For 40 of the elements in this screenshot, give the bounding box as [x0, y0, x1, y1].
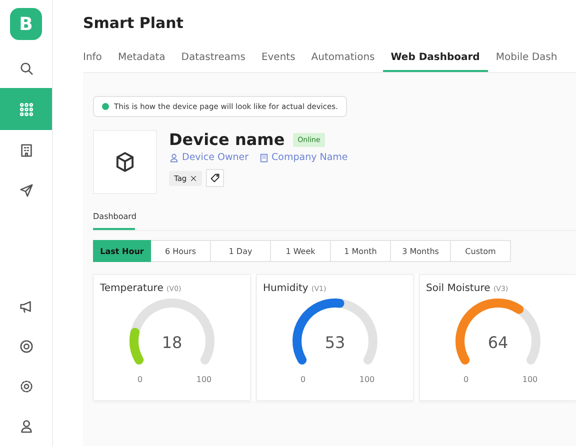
building-icon: [258, 152, 269, 162]
page-title: Smart Plant: [83, 14, 184, 32]
user-icon: [169, 152, 179, 162]
info-icon: [102, 103, 109, 110]
gauge-min: 0: [463, 375, 469, 384]
gauge-value: 18: [162, 333, 182, 352]
time-range-button[interactable]: 1 Week: [271, 240, 331, 262]
time-range-button[interactable]: 1 Day: [211, 240, 271, 262]
tab[interactable]: Events: [253, 52, 304, 72]
gauge-max: 100: [522, 375, 538, 384]
gauge-value: 53: [324, 333, 346, 352]
time-range-button[interactable]: 3 Months: [391, 240, 451, 262]
tab[interactable]: Info: [83, 52, 110, 72]
lifebuoy-icon: [18, 338, 34, 354]
close-icon: [190, 174, 197, 182]
gauge-min: 0: [300, 375, 306, 384]
tab[interactable]: Metadata: [110, 52, 174, 72]
gauge-max: 100: [196, 375, 212, 384]
tab[interactable]: Mobile Dash: [488, 52, 566, 72]
cube-icon: [114, 151, 136, 173]
gauge-max: 100: [359, 375, 375, 384]
grid-icon: [18, 102, 34, 116]
tag-icon: [210, 173, 220, 183]
time-range-button[interactable]: 1 Month: [331, 240, 391, 262]
settings-icon: [18, 378, 34, 394]
tab[interactable]: Automations: [303, 52, 383, 72]
time-range-button[interactable]: Last Hour: [93, 240, 151, 262]
user-icon: [18, 418, 34, 434]
tab[interactable]: Datastreams: [173, 52, 254, 72]
add-tag-button[interactable]: [206, 169, 224, 187]
dashboard-tab[interactable]: Dashboard: [93, 212, 135, 230]
device-name: Device name: [169, 130, 285, 149]
search-icon: [18, 60, 34, 76]
gauge-min: 0: [137, 375, 143, 384]
time-range-button[interactable]: 6 Hours: [151, 240, 211, 262]
time-range-button[interactable]: Custom: [451, 240, 511, 262]
gauge-value: 64: [488, 333, 508, 352]
building-icon: [18, 142, 34, 158]
megaphone-icon: [18, 298, 34, 314]
send-icon: [18, 182, 34, 198]
